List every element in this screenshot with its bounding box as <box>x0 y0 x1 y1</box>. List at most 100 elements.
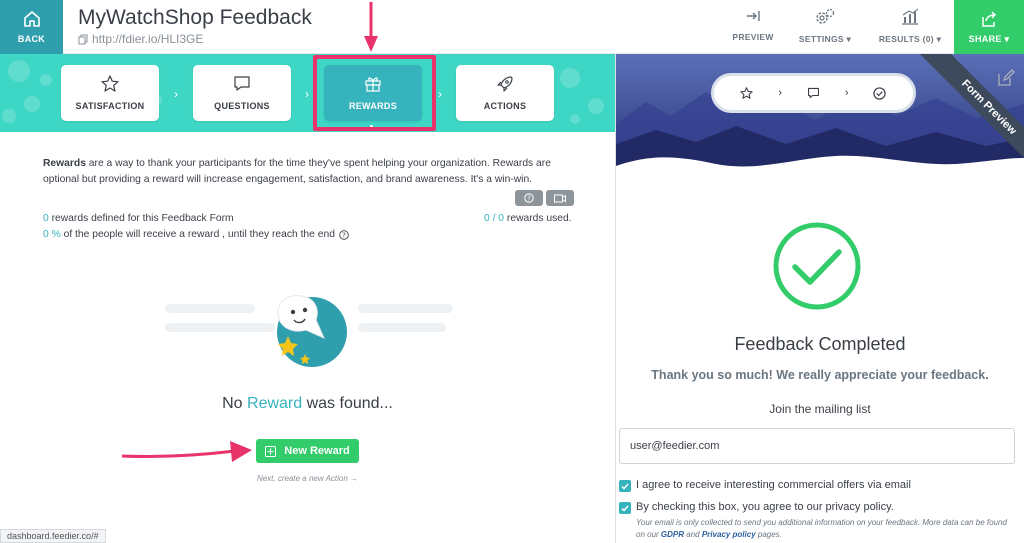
svg-text:?: ? <box>527 195 531 203</box>
mailing-list-label: Join the mailing list <box>769 402 871 416</box>
privacy-fine-print: Your email is only collected to send you… <box>636 517 1016 541</box>
share-icon <box>982 10 997 27</box>
gears-icon <box>816 8 835 24</box>
rewards-desc-text: are a way to thank your participants for… <box>43 158 551 185</box>
rewards-percent-stat: 0 % of the people will receive a reward … <box>43 229 349 240</box>
back-label: BACK <box>17 34 46 44</box>
commercial-offers-label: I agree to receive interesting commercia… <box>636 479 911 491</box>
chevron-right-icon: › <box>305 87 309 101</box>
back-button[interactable]: BACK <box>0 0 63 54</box>
home-icon <box>23 11 40 27</box>
form-url-text: http://fdier.io/HLI3GE <box>92 32 204 46</box>
feedback-completed-title: Feedback Completed <box>734 334 906 354</box>
decor-bubble <box>2 109 16 123</box>
step-questions[interactable]: QUESTIONS <box>193 65 291 121</box>
steps-bar: SATISFACTION › QUESTIONS › REWARDS › ACT… <box>0 54 615 132</box>
rewards-description: Rewards are a way to thank your particip… <box>43 156 573 188</box>
share-label: SHARE ▾ <box>968 33 1010 44</box>
star-icon <box>101 75 119 92</box>
preview-button[interactable]: PREVIEW <box>732 8 774 42</box>
decor-bubble <box>570 114 580 124</box>
highlight-box-annotation <box>313 55 436 131</box>
preview-label: PREVIEW <box>732 32 774 42</box>
decor-bubble <box>24 96 40 112</box>
speech-bubble-icon <box>807 87 819 99</box>
fine-print-b: and <box>684 530 702 539</box>
chevron-right-icon: › <box>778 87 783 99</box>
empty-state-message: No Reward was found... <box>0 395 615 413</box>
empty-prefix: No <box>222 395 248 412</box>
bar-chart-icon <box>902 8 919 25</box>
question-icon: ? <box>524 193 534 203</box>
privacy-policy-checkbox[interactable] <box>619 502 631 514</box>
star-icon <box>740 87 754 99</box>
video-tutorial-button[interactable] <box>546 190 574 206</box>
rewards-used-stat: 0 / 0 rewards used. <box>484 213 572 224</box>
rewards-defined-stat: 0 rewards defined for this Feedback Form <box>43 213 234 224</box>
check-circle-icon <box>873 86 887 100</box>
form-preview-ribbon: Form Preview <box>905 54 1024 173</box>
decor-bubble <box>588 98 604 114</box>
rewards-percent-value: 0 % <box>43 229 61 240</box>
page-title: MyWatchShop Feedback <box>78 6 312 29</box>
empty-state-illustration <box>277 295 347 367</box>
thanks-message: Thank you so much! We really appreciate … <box>651 368 989 382</box>
share-button[interactable]: SHARE ▾ <box>954 0 1024 54</box>
top-bar: BACK MyWatchShop Feedback http://fdier.i… <box>0 0 1024 54</box>
rewards-used-count: 0 / 0 <box>484 213 505 224</box>
email-field[interactable] <box>619 428 1015 464</box>
checkmark-icon <box>621 505 629 512</box>
rewards-desc-bold: Rewards <box>43 158 86 169</box>
step-label: SATISFACTION <box>75 101 145 111</box>
privacy-policy-link[interactable]: Privacy policy <box>702 530 756 539</box>
help-button[interactable]: ? <box>515 190 543 206</box>
privacy-policy-label: By checking this box, you agree to our p… <box>636 501 894 513</box>
placeholder-line <box>358 323 446 332</box>
ribbon-band: Form Preview <box>917 54 1024 173</box>
placeholder-line <box>165 304 255 313</box>
gdpr-link[interactable]: GDPR <box>661 530 684 539</box>
next-action-link[interactable]: Next, create a new Action → <box>0 474 615 483</box>
decor-bubble <box>40 74 52 86</box>
form-url[interactable]: http://fdier.io/HLI3GE <box>78 32 203 46</box>
settings-label: SETTINGS ▾ <box>798 34 852 44</box>
speech-bubble-icon <box>234 76 250 91</box>
fine-print-c: pages. <box>755 530 782 539</box>
results-label: RESULTS (0) ▾ <box>878 34 942 44</box>
placeholder-line <box>358 304 453 313</box>
commercial-offers-checkbox[interactable] <box>619 480 631 492</box>
svg-text:?: ? <box>342 231 346 239</box>
ribbon-label: Form Preview <box>959 77 1019 138</box>
question-circle-icon[interactable]: ? <box>339 229 349 240</box>
arrow-right-annotation <box>121 441 252 462</box>
step-satisfaction[interactable]: SATISFACTION <box>61 65 159 121</box>
rewards-percent-text: of the people will receive a reward , un… <box>60 229 335 240</box>
success-check-icon <box>773 222 861 310</box>
preview-icon <box>747 11 760 21</box>
rewards-used-text: rewards used. <box>504 213 572 224</box>
decor-bubble <box>8 60 30 82</box>
video-camera-icon <box>554 194 566 202</box>
settings-dropdown[interactable]: SETTINGS ▾ <box>796 8 854 45</box>
arrow-down-annotation <box>364 2 378 52</box>
rocket-icon <box>497 76 513 92</box>
decor-bubble <box>560 68 580 88</box>
placeholder-line <box>165 323 275 332</box>
empty-word: Reward <box>247 395 303 412</box>
plus-square-icon <box>265 445 277 457</box>
step-actions[interactable]: ACTIONS <box>456 65 554 121</box>
step-label: ACTIONS <box>483 101 527 111</box>
copy-icon <box>78 34 88 44</box>
new-reward-button[interactable]: New Reward <box>256 439 359 463</box>
chevron-right-icon: › <box>174 87 178 101</box>
preview-step-indicator: › › <box>711 73 916 113</box>
step-label: QUESTIONS <box>214 101 270 111</box>
chevron-right-icon: › <box>844 87 849 99</box>
status-bar-url: dashboard.feedier.co/# <box>0 529 106 543</box>
chevron-right-icon: › <box>438 87 442 101</box>
results-dropdown[interactable]: RESULTS (0) ▾ <box>876 8 944 45</box>
empty-suffix: was found... <box>302 395 393 412</box>
new-reward-label: New Reward <box>284 445 350 457</box>
rewards-defined-text: rewards defined for this Feedback Form <box>48 213 234 224</box>
checkmark-icon <box>621 483 629 490</box>
